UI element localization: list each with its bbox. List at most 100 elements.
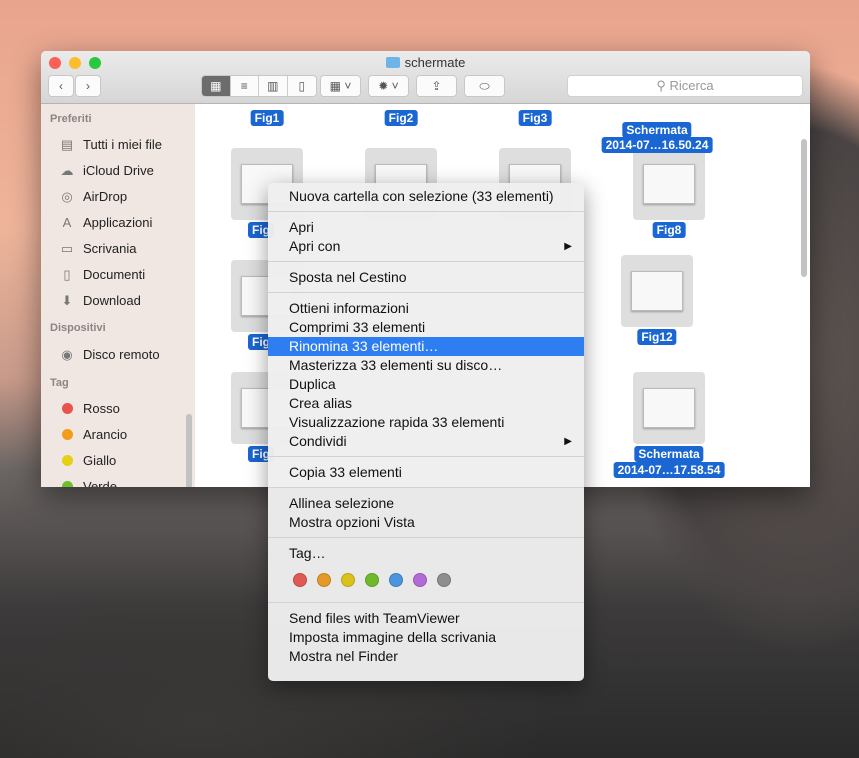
label: Rosso — [83, 401, 120, 416]
file-label[interactable]: Fig3 — [518, 110, 552, 126]
sidebar-tag-yellow[interactable]: Giallo — [59, 453, 116, 468]
arrange-button[interactable]: ▦ ˅ — [320, 75, 361, 97]
disc-icon: ◉ — [61, 346, 73, 362]
menu-separator — [268, 456, 584, 457]
menu-item-burn[interactable]: Masterizza 33 elementi su disco… — [268, 356, 584, 375]
label: Apri con — [289, 238, 341, 254]
sidebar-item-icloud[interactable]: ☁ iCloud Drive — [59, 163, 154, 178]
menu-item-open[interactable]: Apri — [268, 218, 584, 237]
back-button[interactable]: ‹ — [48, 75, 74, 97]
file-label[interactable]: Fig12 — [637, 329, 677, 345]
menu-separator — [268, 537, 584, 538]
menu-item-share[interactable]: Condividi ▶ — [268, 432, 584, 451]
sidebar-item-desktop[interactable]: ▭ Scrivania — [59, 241, 137, 256]
menu-separator — [268, 292, 584, 293]
menu-item-open-with[interactable]: Apri con ▶ — [268, 237, 584, 256]
menu-item-duplicate[interactable]: Duplica — [268, 375, 584, 394]
tag-color-dot-icon[interactable] — [341, 573, 355, 587]
file-thumbnail[interactable] — [633, 372, 705, 444]
tag-color-picker — [268, 563, 584, 597]
file-thumbnail[interactable] — [633, 148, 705, 220]
menu-separator — [268, 261, 584, 262]
file-label[interactable]: 2014-07…17.58.54 — [613, 462, 725, 478]
tag-icon[interactable]: ⬭ — [464, 75, 505, 97]
all-files-icon: ▤ — [60, 136, 74, 152]
label: Scrivania — [83, 241, 137, 256]
sidebar-item-documents[interactable]: ▯ Documenti — [59, 267, 145, 282]
window-title-text: schermate — [404, 55, 466, 70]
sidebar-item-all-files[interactable]: ▤ Tutti i miei file — [59, 137, 162, 152]
menu-item-compress[interactable]: Comprimi 33 elementi — [268, 318, 584, 337]
label: iCloud Drive — [83, 163, 154, 178]
menu-item-tags[interactable]: Tag… — [268, 544, 584, 563]
file-label[interactable]: Fig8 — [652, 222, 686, 238]
forward-button[interactable]: › — [75, 75, 101, 97]
menu-item-view-options[interactable]: Mostra opzioni Vista — [268, 513, 584, 532]
menu-separator — [268, 602, 584, 603]
label: Condividi — [289, 433, 347, 449]
search-input[interactable]: ⚲ Ricerca — [567, 75, 803, 97]
sidebar: Preferiti ▤ Tutti i miei file ☁ iCloud Dri… — [41, 104, 195, 487]
menu-item-alias[interactable]: Crea alias — [268, 394, 584, 413]
sidebar-tag-green[interactable]: Verde — [59, 479, 117, 487]
label: Disco remoto — [83, 347, 160, 362]
file-label[interactable]: Fig1 — [250, 110, 284, 126]
toolbar: schermate ‹ › ▦ ≡ ▥ ▯ ▦ ˅ ✹ ˅ ⇪ ⬭ ⚲ Rice… — [41, 51, 810, 104]
file-thumbnail[interactable] — [621, 255, 693, 327]
sidebar-scrollbar[interactable] — [186, 414, 192, 487]
tag-color-dot-icon[interactable] — [293, 573, 307, 587]
sidebar-item-applications[interactable]: A Applicazioni — [59, 214, 153, 230]
column-view-icon[interactable]: ▥ — [259, 76, 288, 96]
menu-item-new-folder[interactable]: Nuova cartella con selezione (33 element… — [268, 187, 584, 206]
yellow-tag-icon — [62, 455, 73, 466]
file-label[interactable]: Schermata — [622, 122, 692, 138]
menu-separator — [268, 211, 584, 212]
menu-item-copy[interactable]: Copia 33 elementi — [268, 463, 584, 482]
tag-color-dot-icon[interactable] — [317, 573, 331, 587]
menu-separator — [268, 487, 584, 488]
file-label[interactable]: Schermata — [634, 446, 704, 462]
tag-color-dot-icon[interactable] — [437, 573, 451, 587]
menu-item-rename[interactable]: Rinomina 33 elementi… — [268, 337, 584, 356]
section-header: Tag — [50, 377, 69, 389]
share-icon[interactable]: ⇪ — [416, 75, 457, 97]
tag-color-dot-icon[interactable] — [413, 573, 427, 587]
section-header: Dispositivi — [50, 322, 106, 334]
label: Applicazioni — [83, 215, 153, 230]
applications-icon: A — [62, 214, 72, 230]
view-mode-control: ▦ ≡ ▥ ▯ — [201, 75, 317, 97]
menu-item-align[interactable]: Allinea selezione — [268, 494, 584, 513]
menu-item-quicklook[interactable]: Visualizzazione rapida 33 elementi — [268, 413, 584, 432]
label: AirDrop — [83, 189, 128, 204]
sidebar-tag-orange[interactable]: Arancio — [59, 427, 127, 442]
icon-view-icon[interactable]: ▦ — [202, 76, 231, 96]
coverflow-view-icon[interactable]: ▯ — [288, 76, 316, 96]
file-label[interactable]: Fig2 — [384, 110, 418, 126]
folder-icon — [385, 57, 400, 68]
submenu-arrow-icon: ▶ — [564, 436, 572, 447]
cloud-icon: ☁ — [60, 162, 74, 178]
label: Tutti i miei file — [83, 137, 162, 152]
window-title: schermate — [41, 55, 810, 70]
menu-item-trash[interactable]: Sposta nel Cestino — [268, 268, 584, 287]
file-label[interactable]: 2014-07…16.50.24 — [601, 137, 713, 153]
search-placeholder: Ricerca — [669, 78, 714, 93]
menu-item-info[interactable]: Ottieni informazioni — [268, 299, 584, 318]
menu-item-teamviewer[interactable]: Send files with TeamViewer — [268, 609, 584, 628]
tag-color-dot-icon[interactable] — [365, 573, 379, 587]
sidebar-tag-red[interactable]: Rosso — [59, 401, 120, 416]
label: Arancio — [83, 427, 128, 442]
sidebar-item-airdrop[interactable]: ◎ AirDrop — [59, 189, 127, 204]
submenu-arrow-icon: ▶ — [564, 241, 572, 252]
airdrop-icon: ◎ — [61, 188, 73, 204]
menu-item-reveal-finder[interactable]: Mostra nel Finder — [268, 647, 584, 666]
download-icon: ⬇ — [61, 292, 73, 308]
tag-color-dot-icon[interactable] — [389, 573, 403, 587]
sidebar-item-download[interactable]: ⬇ Download — [59, 293, 141, 308]
documents-icon: ▯ — [63, 266, 71, 282]
content-scrollbar[interactable] — [801, 139, 807, 277]
menu-item-desktop-image[interactable]: Imposta immagine della scrivania — [268, 628, 584, 647]
sidebar-item-remote-disc[interactable]: ◉ Disco remoto — [59, 346, 160, 362]
action-gear-icon[interactable]: ✹ ˅ — [368, 75, 409, 97]
list-view-icon[interactable]: ≡ — [231, 76, 259, 96]
